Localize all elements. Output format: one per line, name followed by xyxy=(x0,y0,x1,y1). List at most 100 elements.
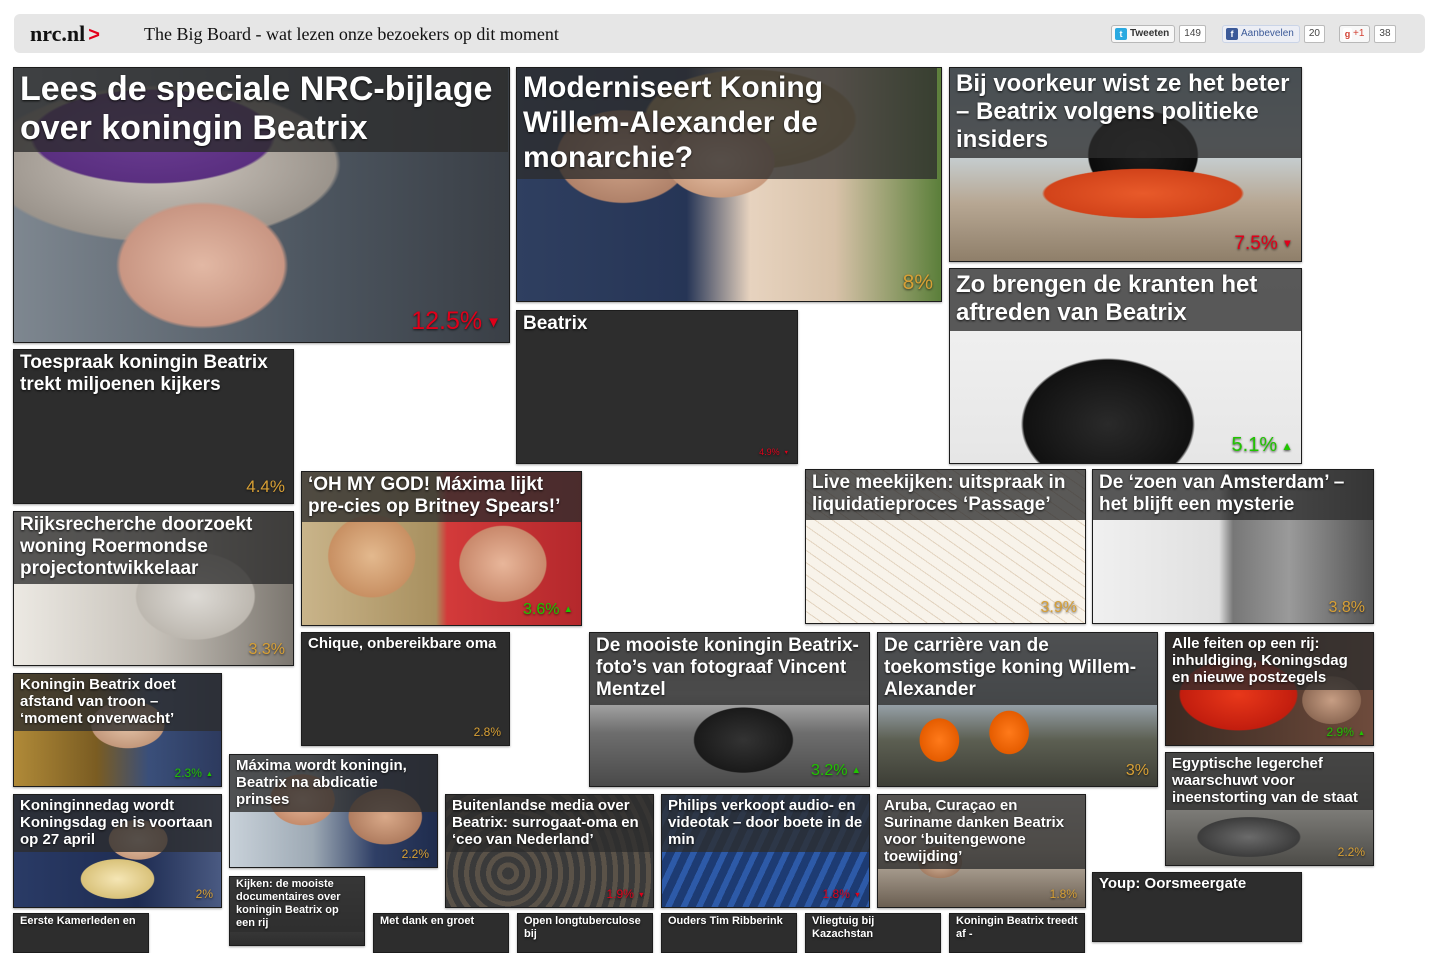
trend-down-icon: ▼ xyxy=(486,313,501,331)
article-tile[interactable]: Youp: Oorsmeergate xyxy=(1092,872,1302,942)
article-tile[interactable]: Rijksrecherche doorzoekt woning Roermond… xyxy=(13,511,294,666)
article-title[interactable]: Koningin Beatrix treedt af - xyxy=(950,914,1084,943)
popularity-percentage: 12.5% ▼ xyxy=(411,307,501,335)
article-tile[interactable]: Koningin Beatrix treedt af - xyxy=(949,913,1085,953)
trend-up-icon: ▲ xyxy=(205,769,213,779)
article-tile[interactable]: Zo brengen de kranten het aftreden van B… xyxy=(949,268,1302,464)
article-title[interactable]: Alle feiten op een rij: inhuldiging, Kon… xyxy=(1166,633,1373,690)
article-title[interactable]: Met dank en groet xyxy=(374,914,508,930)
article-title[interactable]: Youp: Oorsmeergate xyxy=(1093,873,1263,896)
article-tile[interactable]: Ouders Tim Ribberink xyxy=(661,913,797,953)
facebook-share: f Aanbevelen 20 xyxy=(1222,25,1325,43)
article-tile[interactable]: Lees de speciale NRC-bijlage over koning… xyxy=(13,67,510,343)
article-tile[interactable]: Bij voorkeur wist ze het beter – Beatrix… xyxy=(949,67,1302,262)
article-title[interactable]: Live meekijken: uitspraak in liquidatiep… xyxy=(806,470,1085,520)
popularity-percentage: 3.2% ▲ xyxy=(811,762,862,779)
article-title[interactable]: Philips verkoopt audio- en videotak – do… xyxy=(662,795,869,852)
article-title[interactable]: Toespraak koningin Beatrix trekt miljoen… xyxy=(14,350,293,400)
article-tile[interactable]: Kijken: de mooiste documentaires over ko… xyxy=(229,876,365,946)
popularity-percentage: 3.9% xyxy=(1040,599,1077,616)
trend-down-icon: ▼ xyxy=(1281,237,1293,250)
article-title[interactable]: Open longtuberculose bij xyxy=(518,914,652,943)
article-title[interactable]: De carrière van de toekomstige koning Wi… xyxy=(878,633,1157,705)
article-tile[interactable]: Beatrix 4.9% ▼ xyxy=(516,310,798,464)
article-title[interactable]: Aruba, Curaçao en Suriname danken Beatri… xyxy=(878,795,1085,869)
popularity-percentage: 1.8% ▼ xyxy=(822,887,861,901)
recommend-count: 20 xyxy=(1303,25,1325,43)
article-title[interactable]: Zo brengen de kranten het aftreden van B… xyxy=(950,269,1301,331)
twitter-bird-icon: t xyxy=(1115,28,1127,40)
trend-up-icon: ▲ xyxy=(851,765,862,777)
popularity-percentage: 5.1% ▲ xyxy=(1231,434,1293,456)
article-tile[interactable]: Koninginnedag wordt Koningsdag en is voo… xyxy=(13,794,222,908)
article-tile[interactable]: Met dank en groet xyxy=(373,913,509,953)
article-tile[interactable]: Egyptische legerchef waarschuwt voor ine… xyxy=(1165,752,1374,866)
popularity-percentage: 3.8% xyxy=(1328,599,1365,616)
article-tile[interactable]: Toespraak koningin Beatrix trekt miljoen… xyxy=(13,349,294,504)
article-tile[interactable]: Aruba, Curaçao en Suriname danken Beatri… xyxy=(877,794,1086,908)
article-tile[interactable]: Philips verkoopt audio- en videotak – do… xyxy=(661,794,870,908)
article-tile[interactable]: Open longtuberculose bij xyxy=(517,913,653,953)
gplus-share: g +1 38 xyxy=(1339,25,1396,43)
article-title[interactable]: De mooiste koningin Beatrix-foto’s van f… xyxy=(590,633,869,705)
article-title[interactable]: Ouders Tim Ribberink xyxy=(662,914,796,930)
article-title[interactable]: Rijksrecherche doorzoekt woning Roermond… xyxy=(14,512,293,584)
trend-down-icon: ▼ xyxy=(637,890,645,900)
article-tile[interactable]: ‘OH MY GOD! Máxima lijkt pre-cies op Bri… xyxy=(301,471,582,626)
article-tile[interactable]: De mooiste koningin Beatrix-foto’s van f… xyxy=(589,632,870,787)
article-tile[interactable]: Eerste Kamerleden en xyxy=(13,913,149,953)
article-tile[interactable]: De ‘zoen van Amsterdam’ – het blijft een… xyxy=(1092,469,1374,624)
article-tile[interactable]: Vliegtuig bij Kazachstan xyxy=(805,913,941,953)
header-bar: nrc.nl > The Big Board - wat lezen onze b… xyxy=(14,14,1425,53)
popularity-percentage: 3.6% ▲ xyxy=(523,601,574,618)
article-title[interactable]: Bij voorkeur wist ze het beter – Beatrix… xyxy=(950,68,1301,158)
trend-up-icon: ▲ xyxy=(1281,438,1293,453)
tweet-button[interactable]: t Tweeten xyxy=(1111,25,1176,43)
popularity-percentage: 2.3% ▲ xyxy=(174,766,213,780)
recommend-button[interactable]: f Aanbevelen xyxy=(1222,25,1300,43)
popularity-percentage: 2.2% xyxy=(1337,845,1365,859)
article-tile[interactable]: Buitenlandse media over Beatrix: surroga… xyxy=(445,794,654,908)
article-tile[interactable]: Chique, onbereikbare oma 2.8% xyxy=(301,632,510,746)
tweet-count: 149 xyxy=(1179,25,1206,43)
article-title[interactable]: Beatrix xyxy=(517,311,603,339)
popularity-percentage: 8% xyxy=(902,271,933,294)
popularity-percentage: 2% xyxy=(195,887,213,901)
plus-one-count: 38 xyxy=(1374,25,1396,43)
logo-chevron-icon: > xyxy=(88,24,100,46)
popularity-percentage: 2.8% xyxy=(473,725,501,739)
nrc-logo[interactable]: nrc.nl > xyxy=(30,22,100,47)
article-title[interactable]: Kijken: de mooiste documentaires over ko… xyxy=(230,877,364,932)
article-title[interactable]: Chique, onbereikbare oma xyxy=(302,633,509,656)
article-title[interactable]: De ‘zoen van Amsterdam’ – het blijft een… xyxy=(1093,470,1373,520)
trend-down-icon: ▼ xyxy=(853,890,861,900)
page-title: The Big Board - wat lezen onze bezoekers… xyxy=(144,24,559,44)
trend-up-icon: ▲ xyxy=(1357,728,1365,738)
google-plus-icon: g xyxy=(1343,28,1352,40)
article-tile[interactable]: Máxima wordt koningin, Beatrix na abdica… xyxy=(229,754,438,868)
article-title[interactable]: ‘OH MY GOD! Máxima lijkt pre-cies op Bri… xyxy=(302,472,581,522)
article-tile[interactable]: De carrière van de toekomstige koning Wi… xyxy=(877,632,1158,787)
article-tile[interactable]: Alle feiten op een rij: inhuldiging, Kon… xyxy=(1165,632,1374,746)
article-tile[interactable]: Koningin Beatrix doet afstand van troon … xyxy=(13,673,222,787)
article-title[interactable]: Lees de speciale NRC-bijlage over koning… xyxy=(14,68,508,152)
article-title[interactable]: Eerste Kamerleden en xyxy=(14,914,148,930)
trend-down-icon: ▼ xyxy=(783,449,789,456)
article-tile[interactable]: Moderniseert Koning Willem-Alexander de … xyxy=(516,67,942,302)
trend-up-icon: ▲ xyxy=(563,604,574,616)
article-tile[interactable]: Live meekijken: uitspraak in liquidatiep… xyxy=(805,469,1086,624)
plus-one-button[interactable]: g +1 xyxy=(1339,25,1371,43)
article-title[interactable]: Egyptische legerchef waarschuwt voor ine… xyxy=(1166,753,1373,810)
twitter-share: t Tweeten 149 xyxy=(1111,25,1206,43)
article-title[interactable]: Máxima wordt koningin, Beatrix na abdica… xyxy=(230,755,437,812)
article-title[interactable]: Vliegtuig bij Kazachstan xyxy=(806,914,940,943)
article-title[interactable]: Koninginnedag wordt Koningsdag en is voo… xyxy=(14,795,221,852)
popularity-percentage: 4.9% ▼ xyxy=(759,447,789,457)
article-title[interactable]: Buitenlandse media over Beatrix: surroga… xyxy=(446,795,653,852)
popularity-percentage: 1.9% ▼ xyxy=(606,887,645,901)
article-title[interactable]: Koningin Beatrix doet afstand van troon … xyxy=(14,674,221,731)
popularity-percentage: 2.9% ▲ xyxy=(1326,725,1365,739)
popularity-percentage: 3.3% xyxy=(248,641,285,658)
article-title[interactable]: Moderniseert Koning Willem-Alexander de … xyxy=(517,68,937,179)
popularity-percentage: 3% xyxy=(1125,762,1149,779)
